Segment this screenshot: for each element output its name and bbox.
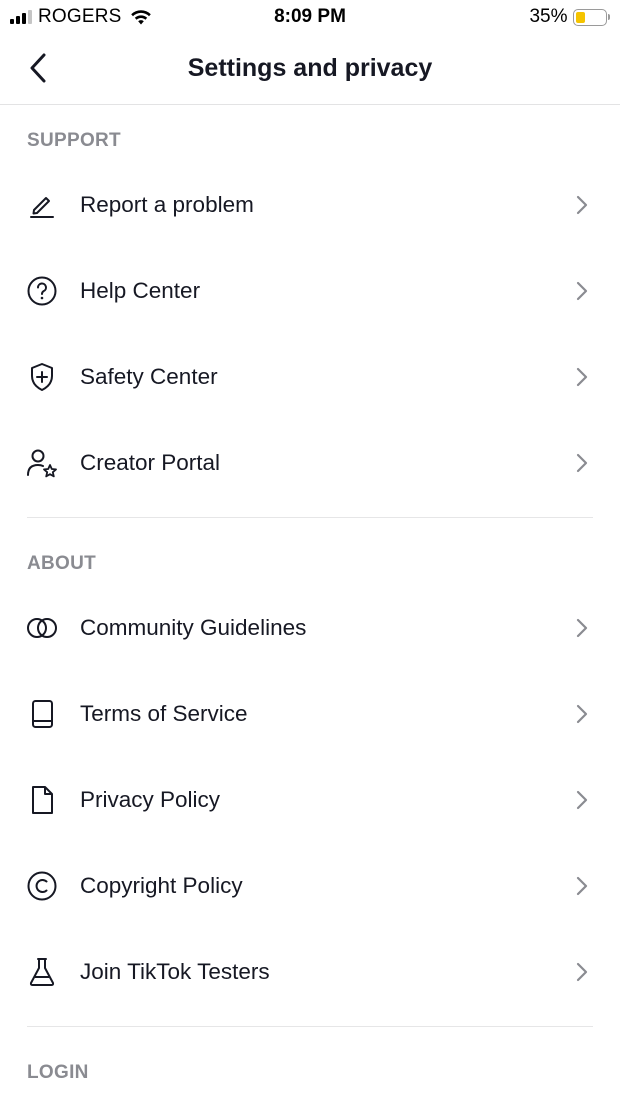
- battery-tip: [607, 14, 610, 20]
- section-header-support: SUPPORT: [27, 130, 121, 151]
- menu-item-label: Terms of Service: [80, 701, 248, 726]
- document-icon: [24, 782, 60, 818]
- status-bar: ROGERS 8:09 PM 35%: [0, 0, 620, 34]
- chevron-right-icon: [574, 280, 590, 302]
- battery-percentage: 35%: [529, 6, 568, 27]
- overlapping-circles-icon: [24, 610, 60, 646]
- menu-item-safety-center[interactable]: Safety Center: [0, 334, 620, 420]
- menu-item-community-guidelines[interactable]: Community Guidelines: [0, 585, 620, 671]
- menu-item-join-tiktok-testers[interactable]: Join TikTok Testers: [0, 929, 620, 1015]
- battery-level-fill: [575, 11, 586, 23]
- book-icon: [24, 696, 60, 732]
- pencil-icon: [24, 187, 60, 223]
- menu-item-privacy-policy[interactable]: Privacy Policy: [0, 757, 620, 843]
- page-title: Settings and privacy: [187, 54, 433, 82]
- menu-item-report-a-problem[interactable]: Report a problem: [0, 162, 620, 248]
- battery-icon: [572, 8, 607, 26]
- status-bar-time: 8:09 PM: [274, 6, 346, 27]
- menu-item-label: Safety Center: [80, 364, 218, 389]
- shield-plus-icon: [24, 359, 60, 395]
- chevron-right-icon: [574, 789, 590, 811]
- chevron-right-icon: [574, 452, 590, 474]
- chevron-right-icon: [574, 875, 590, 897]
- menu-item-label: Community Guidelines: [80, 615, 307, 640]
- section-divider: [27, 517, 593, 518]
- question-circle-icon: [24, 273, 60, 309]
- section-header-login: LOGIN: [27, 1062, 89, 1083]
- menu-item-label: Help Center: [80, 278, 201, 303]
- copyright-icon: [24, 868, 60, 904]
- section-divider: [27, 1026, 593, 1027]
- user-star-icon: [24, 445, 60, 481]
- menu-item-label: Privacy Policy: [80, 787, 221, 812]
- menu-item-help-center[interactable]: Help Center: [0, 248, 620, 334]
- chevron-right-icon: [574, 194, 590, 216]
- menu-item-terms-of-service[interactable]: Terms of Service: [0, 671, 620, 757]
- menu-item-creator-portal[interactable]: Creator Portal: [0, 420, 620, 506]
- chevron-right-icon: [574, 961, 590, 983]
- menu-item-label: Creator Portal: [80, 450, 221, 475]
- navigation-bar: Settings and privacy: [0, 34, 620, 105]
- menu-item-label: Join TikTok Testers: [80, 959, 270, 984]
- section-header-about: ABOUT: [27, 553, 97, 574]
- menu-item-label: Copyright Policy: [80, 873, 243, 898]
- menu-item-label: Report a problem: [80, 192, 254, 217]
- menu-item-copyright-policy[interactable]: Copyright Policy: [0, 843, 620, 929]
- chevron-right-icon: [574, 366, 590, 388]
- status-bar-right: 35%: [529, 6, 610, 28]
- flask-icon: [24, 954, 60, 990]
- chevron-right-icon: [574, 703, 590, 725]
- chevron-right-icon: [574, 617, 590, 639]
